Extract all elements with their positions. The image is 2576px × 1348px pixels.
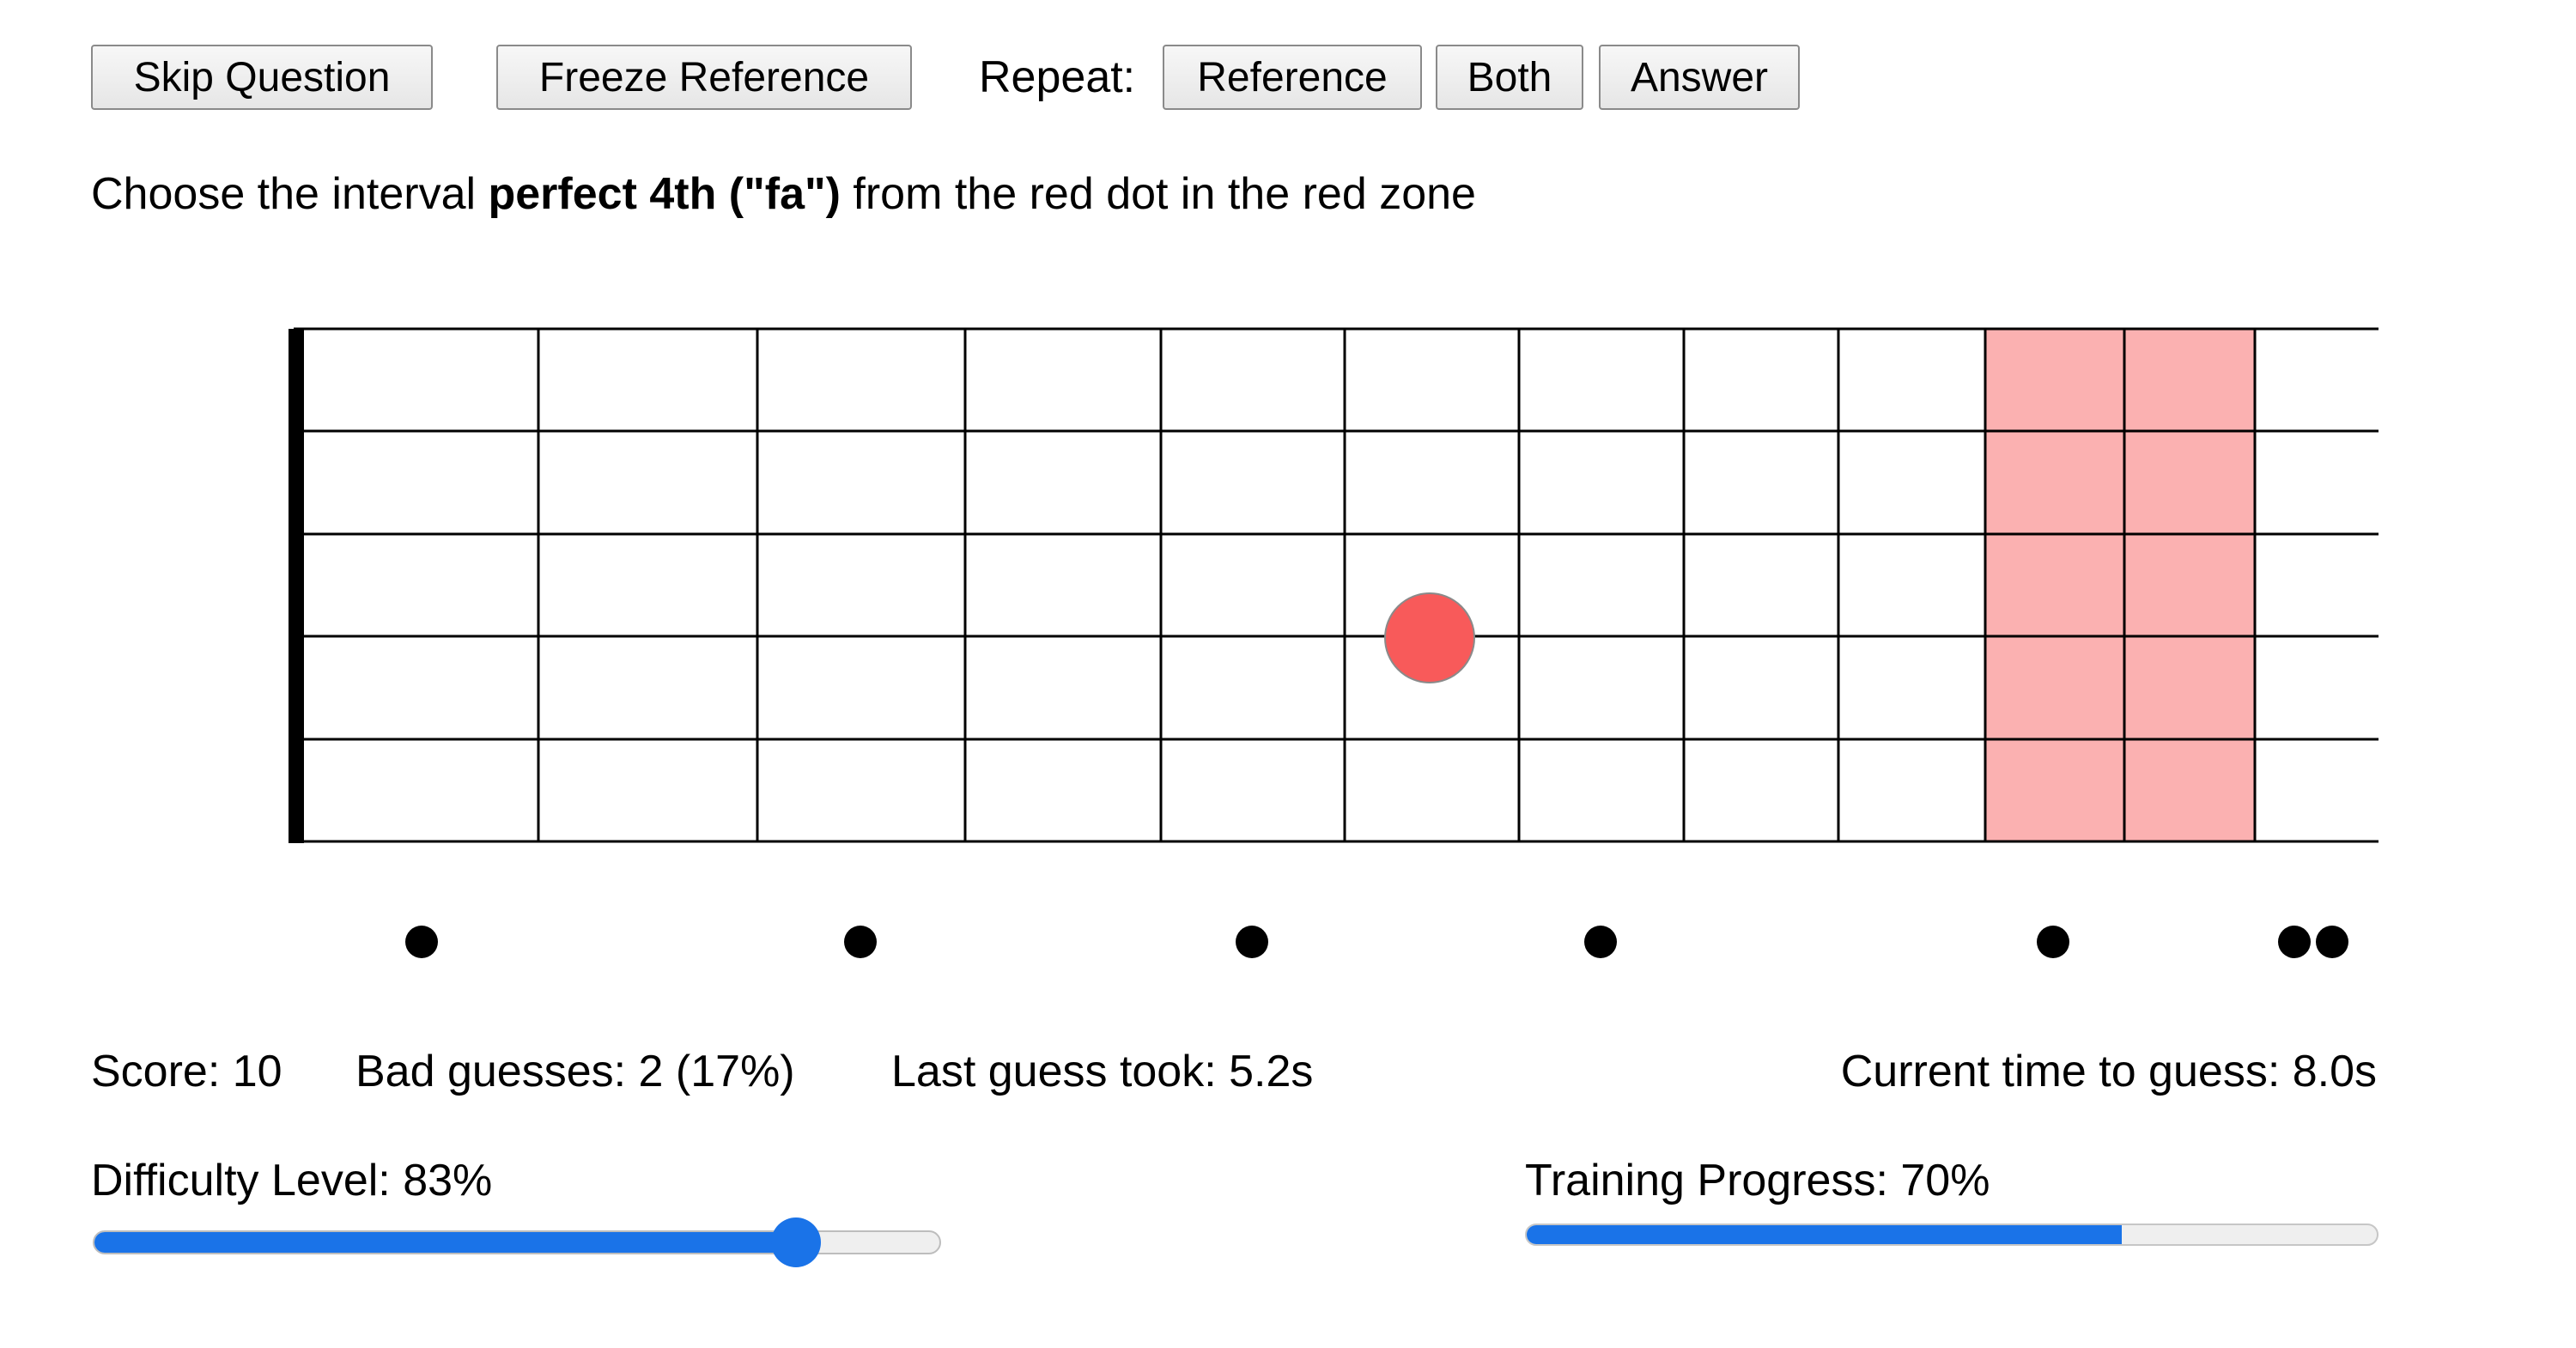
difficulty-slider-thumb[interactable] [770, 1217, 821, 1267]
current-time-text: Current time to guess: 8.0s [1840, 1047, 2377, 1096]
red-zone-cell-2[interactable] [2124, 329, 2255, 842]
nut [289, 329, 304, 843]
training-progress-fill [1527, 1225, 2122, 1244]
inlay-dot-12b [2278, 926, 2311, 958]
inlay-dot-12a [2037, 926, 2069, 958]
inlay-dot-9 [1584, 926, 1617, 958]
difficulty-slider[interactable] [93, 1217, 941, 1267]
reference-red-dot [1384, 592, 1475, 683]
red-zone-cell-1[interactable] [1985, 329, 2124, 842]
difficulty-label: Difficulty Level: 83% [91, 1156, 493, 1205]
score-text: Score: 10 [91, 1047, 283, 1096]
last-guess-text: Last guess took: 5.2s [891, 1047, 1314, 1096]
fret-inlay-markers [405, 926, 2348, 958]
fretboard[interactable] [0, 0, 2576, 1348]
inlay-dot-7 [1236, 926, 1268, 958]
training-progress-label: Training Progress: 70% [1525, 1156, 1990, 1205]
bad-guesses-text: Bad guesses: 2 (17%) [355, 1047, 795, 1096]
training-progress-bar [1525, 1224, 2379, 1246]
difficulty-slider-fill [94, 1232, 796, 1253]
inlay-dot-12c [2316, 926, 2348, 958]
inlay-dot-5 [844, 926, 877, 958]
inlay-dot-3 [405, 926, 438, 958]
